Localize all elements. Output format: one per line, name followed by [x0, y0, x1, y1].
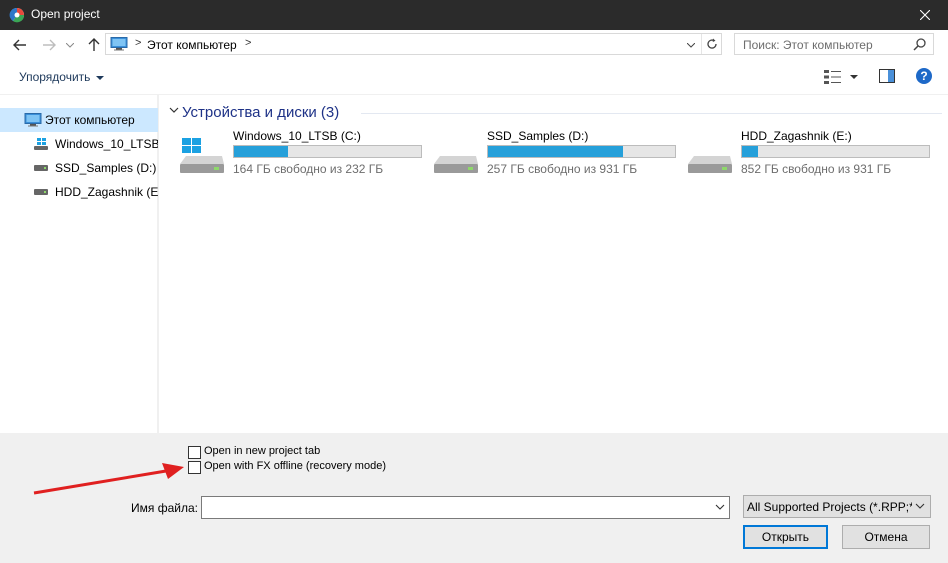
up-button[interactable]: [85, 36, 103, 54]
window-title: Open project: [31, 7, 100, 21]
drive-name: SSD_Samples (D:): [487, 129, 589, 143]
drive-tile-c[interactable]: Windows_10_LTSB (C:) 164 ГБ свободно из …: [180, 128, 425, 178]
arrow-right-icon: [43, 39, 56, 51]
file-list-area: Устройства и диски (3) Windows_10_LTSB (…: [159, 95, 948, 433]
open-button[interactable]: Открыть: [743, 525, 828, 549]
checkbox-label[interactable]: Open with FX offline (recovery mode): [204, 460, 386, 472]
drive-free-space: 164 ГБ свободно из 232 ГБ: [233, 162, 384, 176]
organize-label: Упорядочить: [19, 70, 91, 84]
close-button[interactable]: [902, 0, 948, 30]
arrow-up-icon: [88, 38, 100, 51]
address-dropdown-button[interactable]: [685, 38, 697, 52]
forward-button[interactable]: [40, 36, 58, 54]
close-icon: [920, 10, 930, 20]
refresh-icon: [706, 38, 717, 49]
refresh-button[interactable]: [701, 34, 721, 54]
drive-icon: [688, 156, 732, 173]
breadcrumb-this-pc[interactable]: Этот компьютер: [147, 38, 237, 52]
chevron-down-icon[interactable]: [715, 502, 725, 512]
drive-tile-e[interactable]: HDD_Zagashnik (E:) 852 ГБ свободно из 93…: [688, 128, 933, 178]
checkbox-box[interactable]: [188, 446, 201, 459]
file-type-select[interactable]: All Supported Projects (*.RPP;*.: [743, 495, 931, 518]
breadcrumb-separator[interactable]: >: [245, 37, 251, 49]
sidebar-item-drive-d[interactable]: SSD_Samples (D:): [0, 156, 158, 180]
group-header-devices[interactable]: Устройства и диски (3): [167, 103, 942, 123]
chevron-down-icon: [96, 75, 105, 80]
sidebar-item-this-pc[interactable]: Этот компьютер: [0, 108, 158, 132]
chevron-down-icon: [687, 42, 695, 48]
help-button[interactable]: ?: [916, 68, 932, 84]
windows-drive-icon: [34, 138, 48, 150]
reaper-app-icon: [9, 7, 25, 23]
computer-icon: [24, 113, 42, 127]
drive-usage-fill: [488, 146, 623, 157]
group-title: Устройства и диски (3): [182, 104, 340, 121]
search-icon: [913, 38, 926, 51]
title-bar: Open project: [0, 0, 948, 30]
sidebar-item-drive-e[interactable]: HDD_Zagashnik (E:): [0, 180, 158, 204]
drive-name: HDD_Zagashnik (E:): [741, 129, 852, 143]
drive-usage-bar: [233, 145, 422, 158]
sidebar-item-drive-c[interactable]: Windows_10_LTSB (: [0, 132, 158, 156]
chevron-down-icon: [915, 503, 925, 509]
navigation-pane: Этот компьютер Windows_10_LTSB ( SSD_Sam…: [0, 95, 158, 433]
navigation-bar: > Этот компьютер > Поиск: Этот компьютер: [0, 30, 948, 61]
file-type-value: All Supported Projects (*.RPP;*.: [747, 500, 912, 514]
checkbox-label[interactable]: Open in new project tab: [204, 445, 320, 457]
sidebar-item-label: SSD_Samples (D:): [55, 161, 157, 175]
drive-icon: [434, 156, 478, 173]
back-button[interactable]: [11, 36, 29, 54]
search-placeholder: Поиск: Этот компьютер: [743, 38, 873, 52]
cancel-button[interactable]: Отмена: [842, 525, 930, 549]
annotation-arrow-icon: [33, 463, 184, 495]
view-options-button[interactable]: [823, 68, 843, 86]
drive-icon: [34, 189, 48, 195]
drive-usage-bar: [741, 145, 930, 158]
sidebar-item-label: Этот компьютер: [45, 113, 135, 127]
chevron-down-icon: [66, 42, 74, 48]
address-bar[interactable]: > Этот компьютер >: [105, 33, 722, 55]
arrow-left-icon: [13, 39, 26, 51]
drive-tile-d[interactable]: SSD_Samples (D:) 257 ГБ свободно из 931 …: [434, 128, 679, 178]
drive-usage-bar: [487, 145, 676, 158]
drive-usage-fill: [742, 146, 758, 157]
sidebar-item-label: Windows_10_LTSB (: [55, 137, 158, 151]
organize-button[interactable]: Упорядочить: [19, 70, 105, 84]
open-in-new-tab-checkbox[interactable]: Open in new project tab: [188, 445, 388, 459]
view-options-dropdown[interactable]: [850, 75, 858, 79]
search-input[interactable]: Поиск: Этот компьютер: [734, 33, 934, 55]
group-divider: [361, 113, 942, 114]
file-name-input[interactable]: [201, 496, 730, 519]
drive-usage-fill: [234, 146, 289, 157]
drive-icon: [34, 165, 48, 171]
fx-offline-checkbox[interactable]: Open with FX offline (recovery mode): [188, 460, 388, 474]
drive-free-space: 852 ГБ свободно из 931 ГБ: [741, 162, 892, 176]
drive-free-space: 257 ГБ свободно из 931 ГБ: [487, 162, 638, 176]
computer-icon: [110, 37, 128, 51]
sidebar-item-label: HDD_Zagashnik (E:): [55, 185, 158, 199]
recent-locations-button[interactable]: [64, 36, 76, 54]
drive-name: Windows_10_LTSB (C:): [233, 129, 361, 143]
breadcrumb-separator[interactable]: >: [135, 37, 141, 49]
windows-drive-icon: [180, 138, 224, 173]
chevron-down-icon: [169, 107, 179, 113]
command-bar: Упорядочить ?: [0, 61, 948, 95]
preview-pane-button[interactable]: [879, 69, 895, 83]
file-name-label: Имя файла:: [131, 501, 198, 515]
